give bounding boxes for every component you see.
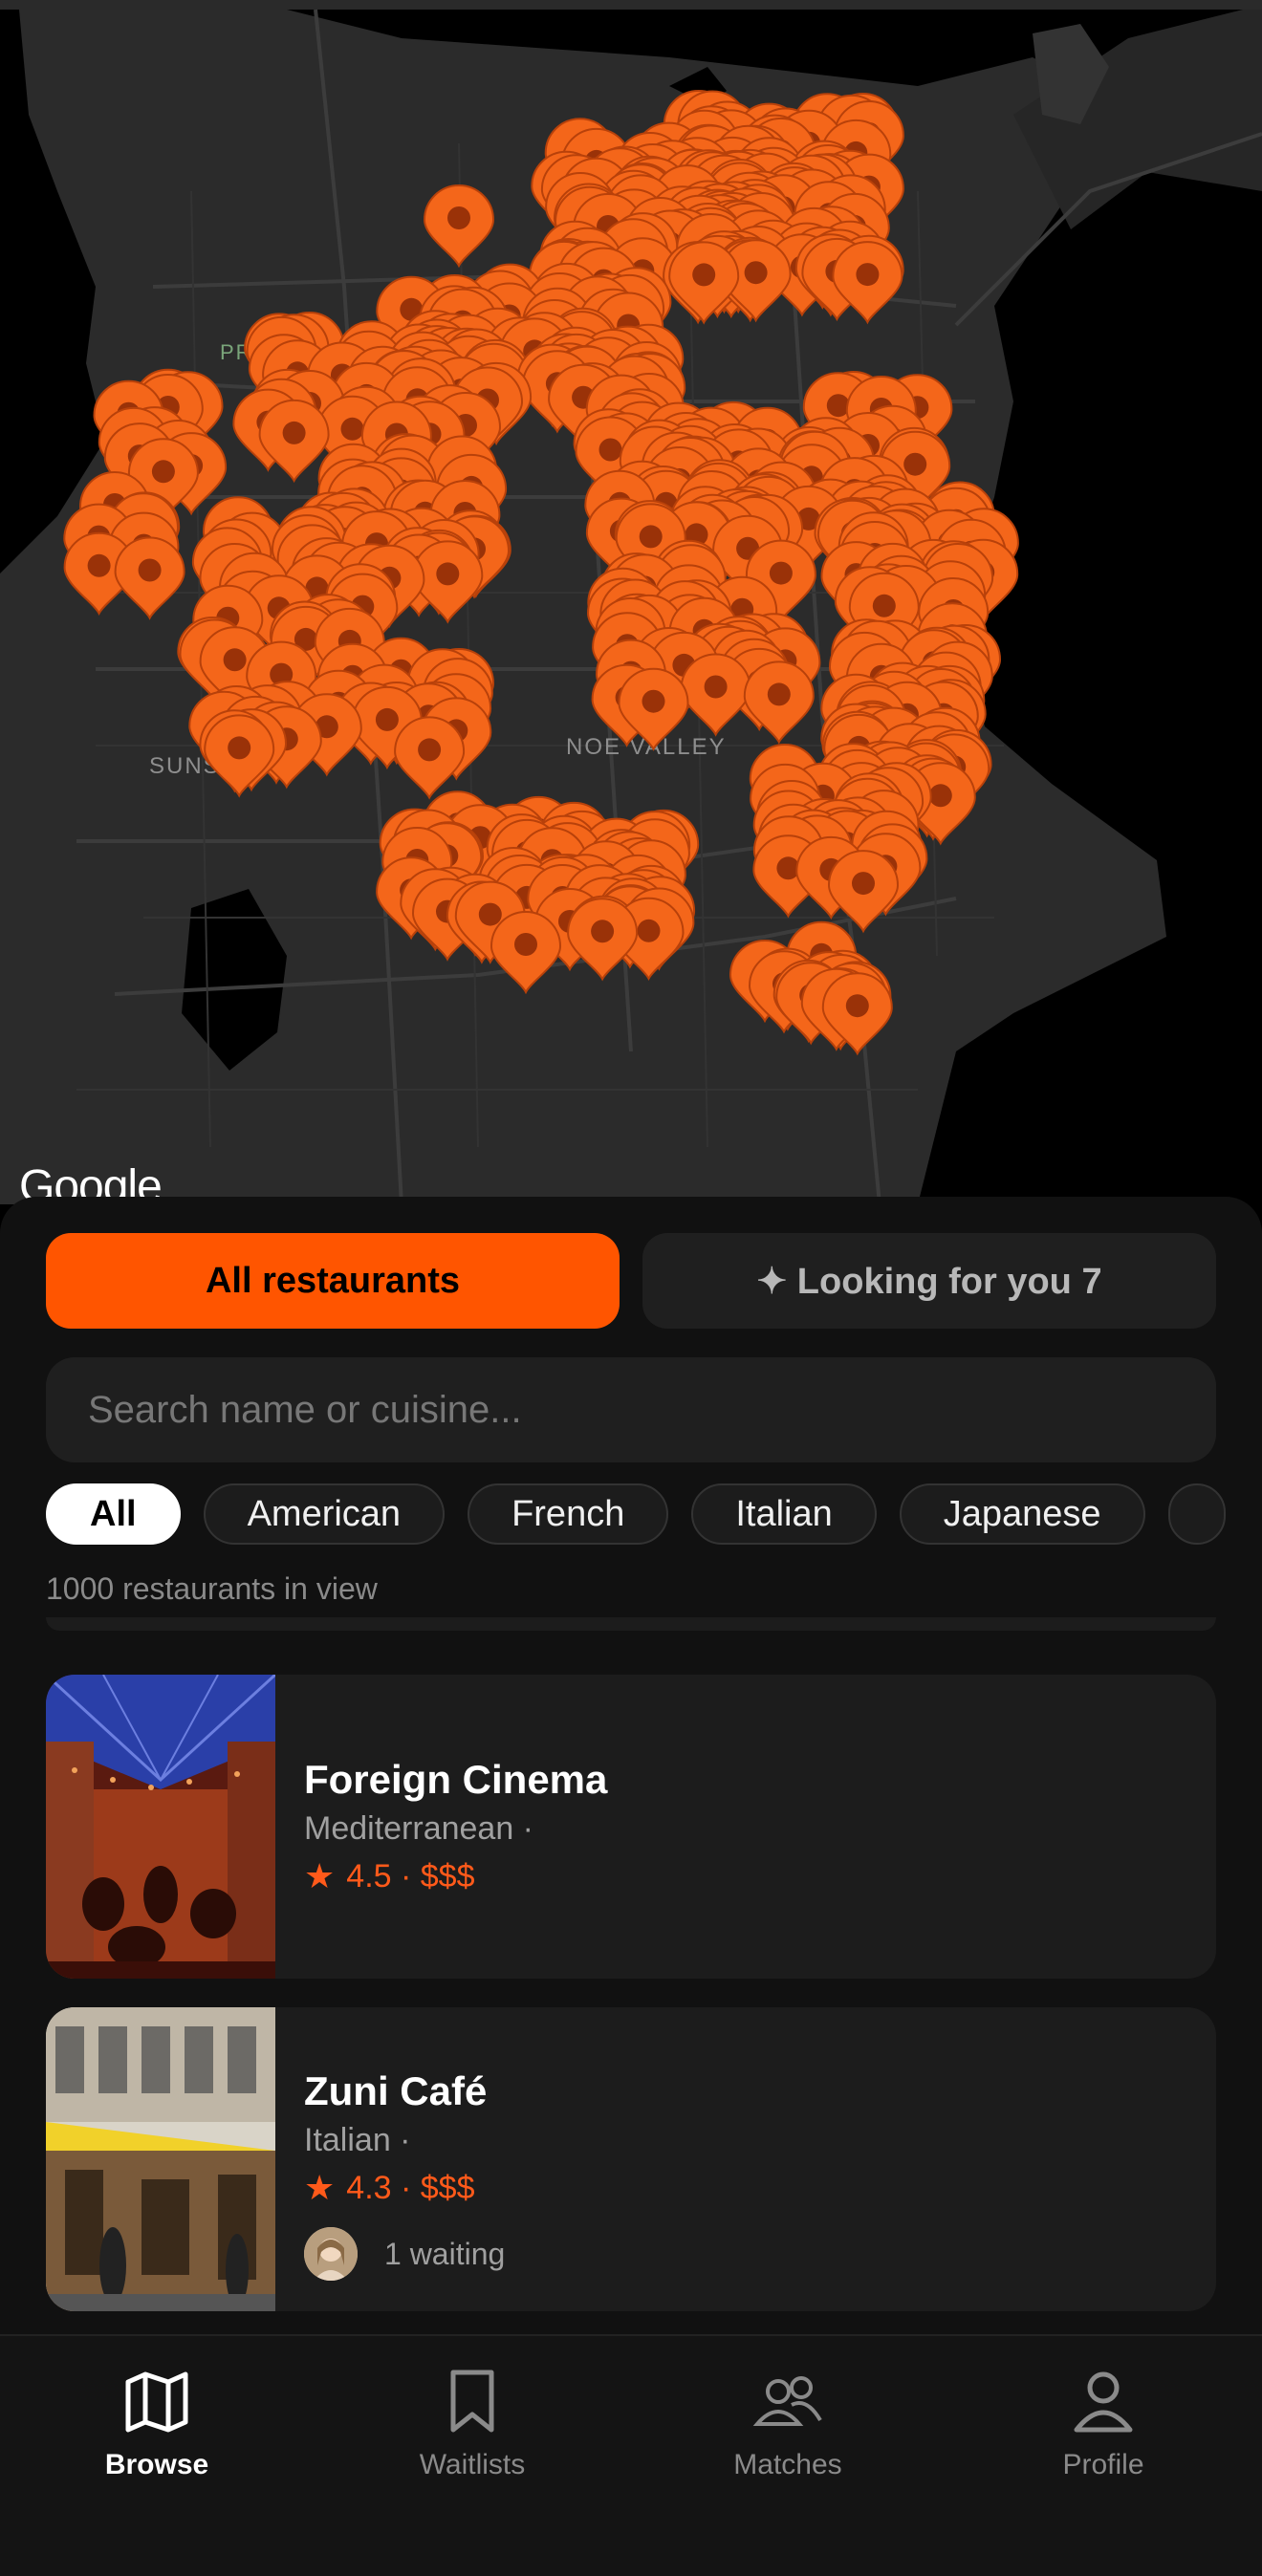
bottom-tab-bar: Browse Waitlists Matches Profile <box>0 2334 1262 2576</box>
filter-chip-japanese[interactable]: Japanese <box>899 1483 1145 1545</box>
tab-label: Matches <box>733 2449 842 2480</box>
search-bar[interactable] <box>46 1357 1216 1462</box>
filter-chip-italian[interactable]: Italian <box>691 1483 877 1545</box>
tab-label: Browse <box>104 2449 209 2480</box>
tab-waitlists[interactable]: Waitlists <box>358 2363 587 2481</box>
tab-label: Profile <box>1062 2449 1144 2480</box>
results-count: 1000 restaurants in view <box>46 1571 378 1606</box>
restaurant-card[interactable]: Zuni Café Italian · ★ 4.3 · $$$ 1 waitin… <box>46 2007 1216 2311</box>
tab-browse[interactable]: Browse <box>42 2363 272 2481</box>
star-icon: ★ <box>304 1856 336 1895</box>
restaurant-pin-icon[interactable] <box>490 911 562 995</box>
filter-chip-all[interactable]: All <box>46 1483 181 1545</box>
restaurant-photo <box>46 2007 275 2311</box>
restaurant-sheet: All restaurants ✦ Looking for you 7 AllA… <box>0 1197 1262 2334</box>
cuisine-filter-chips: All American French Italian Japanese <box>46 1483 1262 1545</box>
map-icon <box>125 2371 188 2433</box>
restaurant-pin-icon[interactable] <box>680 653 751 737</box>
restaurant-pin-icon[interactable] <box>567 898 639 982</box>
tab-profile[interactable]: Profile <box>989 2363 1218 2481</box>
tab-matches[interactable]: Matches <box>673 2363 903 2481</box>
rating-price-text: 4.3 · $$$ <box>346 2169 475 2206</box>
star-icon: ★ <box>304 2168 336 2207</box>
restaurant-card-partial[interactable] <box>46 1617 1216 1631</box>
restaurant-photo <box>46 1675 275 1979</box>
restaurant-pin-icon[interactable] <box>423 184 495 269</box>
search-input[interactable] <box>86 1387 1142 1433</box>
rating-price-text: 4.5 · $$$ <box>346 1857 475 1894</box>
restaurant-pin-icon[interactable] <box>394 716 466 800</box>
restaurant-rating: ★ 4.5 · $$$ <box>304 1856 475 1896</box>
restaurant-pin-icon[interactable] <box>743 660 815 745</box>
map-view[interactable]: SUNSET NOE VALLEY PRESIDIO Google <box>0 0 1262 1233</box>
tab-label: Waitlists <box>419 2449 526 2480</box>
restaurant-rating: ★ 4.3 · $$$ <box>304 2168 475 2208</box>
restaurant-card[interactable]: Foreign Cinema Mediterranean · ★ 4.5 · $… <box>46 1675 1216 1979</box>
restaurant-name: Foreign Cinema <box>304 1757 608 1802</box>
bookmark-icon <box>450 2370 494 2433</box>
restaurant-pin-icon[interactable] <box>258 399 330 484</box>
restaurant-cuisine: Italian · <box>304 2122 411 2158</box>
filter-chip-american[interactable]: American <box>203 1483 446 1545</box>
person-icon <box>1074 2371 1133 2433</box>
all-restaurants-toggle[interactable]: All restaurants <box>46 1233 620 1329</box>
waiting-indicator[interactable]: 1 waiting <box>304 2227 505 2281</box>
filter-chip-next[interactable] <box>1167 1483 1226 1545</box>
waiting-count: 1 waiting <box>384 2236 506 2271</box>
restaurant-cuisine: Mediterranean · <box>304 1810 534 1847</box>
looking-for-you-toggle[interactable]: ✦ Looking for you 7 <box>642 1233 1216 1329</box>
restaurant-pins-layer[interactable] <box>0 0 1262 1233</box>
restaurant-name: Zuni Café <box>304 2068 488 2113</box>
restaurant-pin-icon[interactable] <box>114 536 185 620</box>
restaurant-pin-icon[interactable] <box>204 714 275 798</box>
avatar <box>304 2227 358 2281</box>
filter-chip-french[interactable]: French <box>468 1483 669 1545</box>
people-icon <box>752 2376 822 2426</box>
restaurant-pin-icon[interactable] <box>827 850 900 934</box>
